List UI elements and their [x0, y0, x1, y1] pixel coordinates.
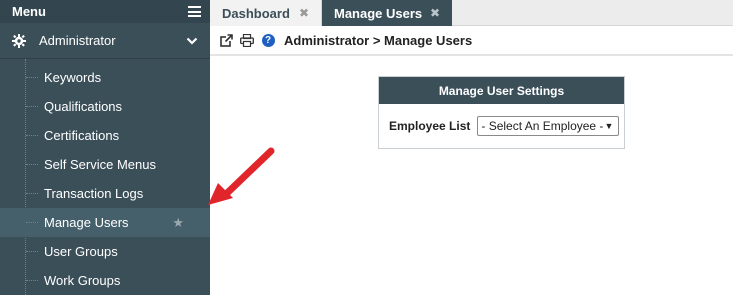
- sidebar-item-work-groups[interactable]: Work Groups: [0, 266, 210, 295]
- manage-user-settings-panel: Manage User Settings Employee List - Sel…: [378, 76, 625, 149]
- sidebar-section-administrator[interactable]: Administrator: [0, 23, 210, 59]
- employee-list-label: Employee List: [389, 119, 471, 133]
- employee-select-value: - Select An Employee -: [481, 119, 604, 133]
- employee-select[interactable]: - Select An Employee - ▼: [477, 116, 620, 136]
- toolbar: ? Administrator > Manage Users: [210, 27, 733, 56]
- tab-bar: Dashboard ✖ Manage Users ✖: [210, 0, 733, 26]
- sidebar-item-label: Work Groups: [44, 273, 121, 288]
- sidebar-title: Menu: [12, 4, 46, 19]
- sidebar-item-label: Transaction Logs: [44, 186, 144, 201]
- chevron-down-icon[interactable]: [186, 36, 198, 46]
- employee-list-row: Employee List - Select An Employee - ▼: [379, 104, 624, 136]
- sidebar-item-keywords[interactable]: Keywords: [0, 63, 210, 92]
- sidebar-item-label: Keywords: [44, 70, 102, 85]
- tab-manage-users[interactable]: Manage Users ✖: [322, 0, 452, 26]
- sidebar-item-label: Manage Users: [44, 215, 129, 230]
- dropdown-caret-icon: ▼: [604, 121, 614, 131]
- close-icon[interactable]: ✖: [299, 6, 309, 20]
- red-arrow-annotation: [208, 147, 275, 205]
- external-link-icon[interactable]: [219, 34, 233, 48]
- sidebar-item-qualifications[interactable]: Qualifications: [0, 92, 210, 121]
- print-icon[interactable]: [240, 34, 254, 48]
- breadcrumb: Administrator > Manage Users: [284, 33, 473, 48]
- help-icon[interactable]: ?: [261, 34, 275, 48]
- sidebar: Menu Administrator Keywords Qualificatio…: [0, 0, 210, 295]
- tab-label: Manage Users: [334, 5, 423, 21]
- sidebar-item-manage-users[interactable]: Manage Users ★: [0, 208, 210, 237]
- sidebar-list: Keywords Qualifications Certifications S…: [0, 59, 210, 295]
- sidebar-section-label: Administrator: [39, 33, 116, 48]
- sidebar-header: Menu: [0, 0, 210, 23]
- sidebar-item-label: User Groups: [44, 244, 118, 259]
- sidebar-item-user-groups[interactable]: User Groups: [0, 237, 210, 266]
- hamburger-menu-icon[interactable]: [188, 6, 201, 17]
- close-icon[interactable]: ✖: [430, 6, 440, 20]
- sidebar-item-self-service-menus[interactable]: Self Service Menus: [0, 150, 210, 179]
- tab-dashboard[interactable]: Dashboard ✖: [210, 0, 322, 26]
- gear-icon: [12, 33, 26, 48]
- star-icon[interactable]: ★: [172, 215, 184, 231]
- sidebar-item-label: Certifications: [44, 128, 120, 143]
- help-glyph: ?: [261, 34, 275, 47]
- sidebar-item-label: Self Service Menus: [44, 157, 156, 172]
- tab-label: Dashboard: [222, 5, 290, 21]
- sidebar-item-transaction-logs[interactable]: Transaction Logs: [0, 179, 210, 208]
- sidebar-item-label: Qualifications: [44, 99, 123, 114]
- sidebar-item-certifications[interactable]: Certifications: [0, 121, 210, 150]
- panel-title: Manage User Settings: [379, 77, 624, 104]
